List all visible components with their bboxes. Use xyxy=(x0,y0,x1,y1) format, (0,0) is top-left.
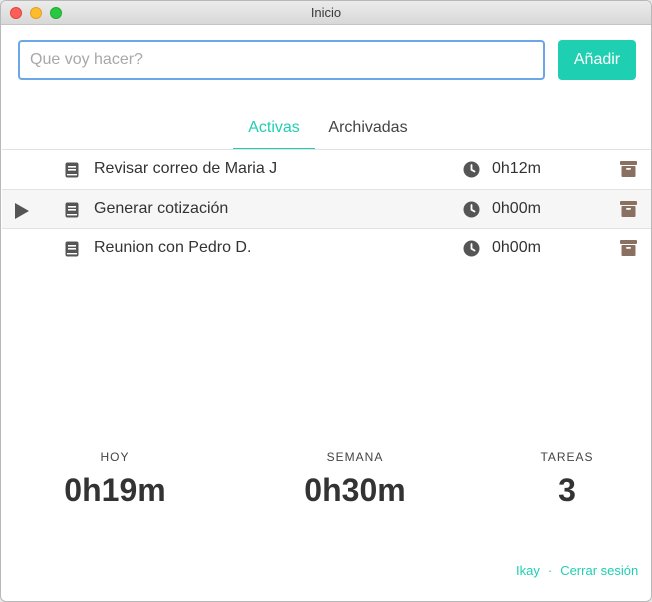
task-name: Generar cotización xyxy=(94,200,229,217)
tab-archivadas[interactable]: Archivadas xyxy=(319,119,417,150)
footer: Ikay · Cerrar sesión xyxy=(516,563,638,578)
app-window: Inicio Añadir Activas Archivadas Revisar… xyxy=(0,0,652,602)
play-icon[interactable] xyxy=(15,203,29,219)
clock-icon xyxy=(463,240,480,257)
footer-separator: · xyxy=(547,563,553,578)
book-icon xyxy=(65,202,79,218)
window-title: Inicio xyxy=(310,5,342,20)
archive-box-icon[interactable] xyxy=(620,201,637,217)
task-duration: 0h00m xyxy=(492,200,541,217)
stat-today-label: HOY xyxy=(100,450,130,464)
logout-link[interactable]: Cerrar sesión xyxy=(560,563,638,578)
archive-box-icon[interactable] xyxy=(620,161,637,177)
book-icon xyxy=(65,241,79,257)
task-name: Revisar correo de Maria J xyxy=(94,160,278,177)
task-duration: 0h00m xyxy=(492,239,541,256)
clock-icon xyxy=(463,201,480,218)
book-icon xyxy=(65,162,79,178)
stat-today: HOY 0h19m xyxy=(45,450,185,509)
task-row[interactable]: Reunion con Pedro D. 0h00m xyxy=(2,229,651,269)
task-list: Revisar correo de Maria J 0h12m Generar … xyxy=(2,149,651,269)
archive-box-icon[interactable] xyxy=(620,240,637,256)
clock-icon xyxy=(463,161,480,178)
task-row[interactable]: Generar cotización 0h00m xyxy=(2,189,651,229)
tab-activas[interactable]: Activas xyxy=(233,119,315,150)
title-bar: Inicio xyxy=(1,1,651,25)
new-task-input[interactable] xyxy=(18,40,545,80)
stat-week: SEMANA 0h30m xyxy=(285,450,425,509)
task-duration: 0h12m xyxy=(492,160,541,177)
stat-tasks-label: TAREAS xyxy=(540,450,594,464)
stat-week-value: 0h30m xyxy=(304,472,406,508)
stat-today-value: 0h19m xyxy=(64,472,166,508)
add-task-button[interactable]: Añadir xyxy=(558,40,636,80)
stat-week-label: SEMANA xyxy=(326,450,384,464)
user-link[interactable]: Ikay xyxy=(516,563,540,578)
stat-tasks-value: 3 xyxy=(558,472,576,508)
task-name: Reunion con Pedro D. xyxy=(94,239,252,256)
task-row[interactable]: Revisar correo de Maria J 0h12m xyxy=(2,149,651,189)
stat-tasks: TAREAS 3 xyxy=(517,450,617,509)
